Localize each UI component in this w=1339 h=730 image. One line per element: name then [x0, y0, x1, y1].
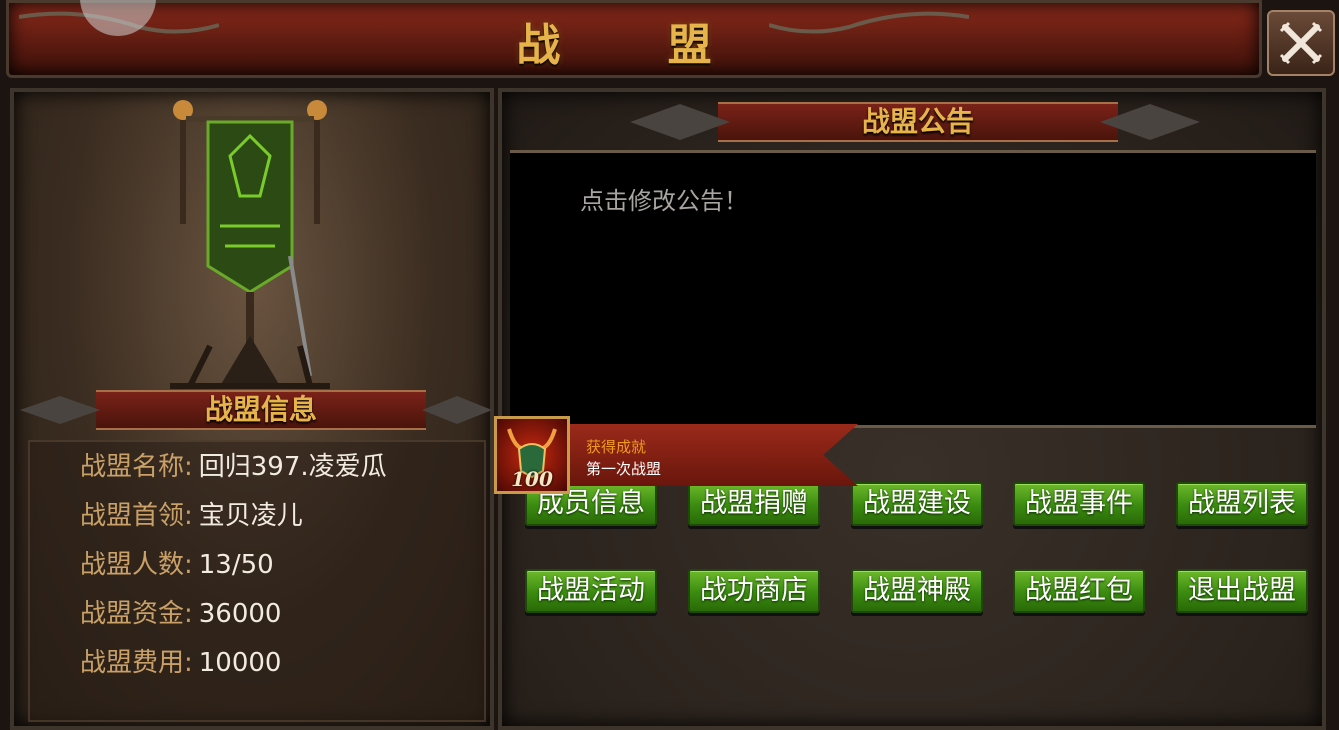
- info-row-fee: 战盟费用: 10000: [80, 642, 281, 679]
- achievement-name: 第一次战盟: [586, 460, 662, 478]
- achievement-toast[interactable]: 100 获得成就 第一次战盟: [490, 412, 878, 498]
- info-row-members: 战盟人数: 13/50: [80, 544, 274, 581]
- guild-red-packet-button[interactable]: 战盟红包: [1013, 569, 1145, 613]
- close-button[interactable]: [1267, 10, 1335, 76]
- info-label: 战盟费用:: [80, 648, 193, 678]
- merit-shop-button[interactable]: 战功商店: [688, 569, 820, 613]
- guild-events-button[interactable]: 战盟事件: [1013, 482, 1145, 526]
- notice-text[interactable]: 点击修改公告！: [580, 181, 748, 216]
- guild-banner-emblem-icon: [170, 100, 330, 389]
- notice-board[interactable]: 点击修改公告！: [510, 150, 1316, 428]
- achievement-badge-icon: 100: [494, 416, 570, 494]
- info-row-funds: 战盟资金: 36000: [80, 593, 281, 630]
- guild-info-header: 战盟信息: [96, 390, 426, 430]
- window-title: 战 盟: [516, 20, 758, 71]
- header-ornament-right-icon: [1100, 104, 1200, 140]
- info-label: 战盟名称:: [80, 452, 193, 482]
- info-row-name: 战盟名称: 回归397.凌爱瓜: [80, 446, 387, 483]
- info-value: 13/50: [198, 550, 274, 580]
- info-row-leader: 战盟首领: 宝贝凌儿: [80, 495, 303, 532]
- info-label: 战盟人数:: [80, 550, 193, 580]
- achievement-level: 100: [511, 467, 553, 491]
- header-ornament-left-icon: [20, 396, 100, 424]
- info-value: 10000: [198, 648, 282, 678]
- header-ornament-left-icon: [630, 104, 730, 140]
- guild-list-button[interactable]: 战盟列表: [1176, 482, 1308, 526]
- achievement-title: 获得成就: [586, 438, 647, 456]
- notice-header: 战盟公告: [718, 102, 1118, 142]
- info-label: 战盟资金:: [80, 599, 193, 629]
- close-x-icon: [1279, 21, 1323, 65]
- guild-activity-button[interactable]: 战盟活动: [525, 569, 657, 613]
- info-label: 战盟首领:: [80, 501, 193, 531]
- info-value: 36000: [198, 599, 282, 629]
- header-ornament-right-icon: [422, 396, 492, 424]
- title-bar: 战 盟: [6, 0, 1262, 78]
- guild-temple-button[interactable]: 战盟神殿: [851, 569, 983, 613]
- info-value: 回归397.凌爱瓜: [198, 452, 387, 482]
- info-value: 宝贝凌儿: [198, 501, 303, 531]
- leave-guild-button[interactable]: 退出战盟: [1176, 569, 1308, 613]
